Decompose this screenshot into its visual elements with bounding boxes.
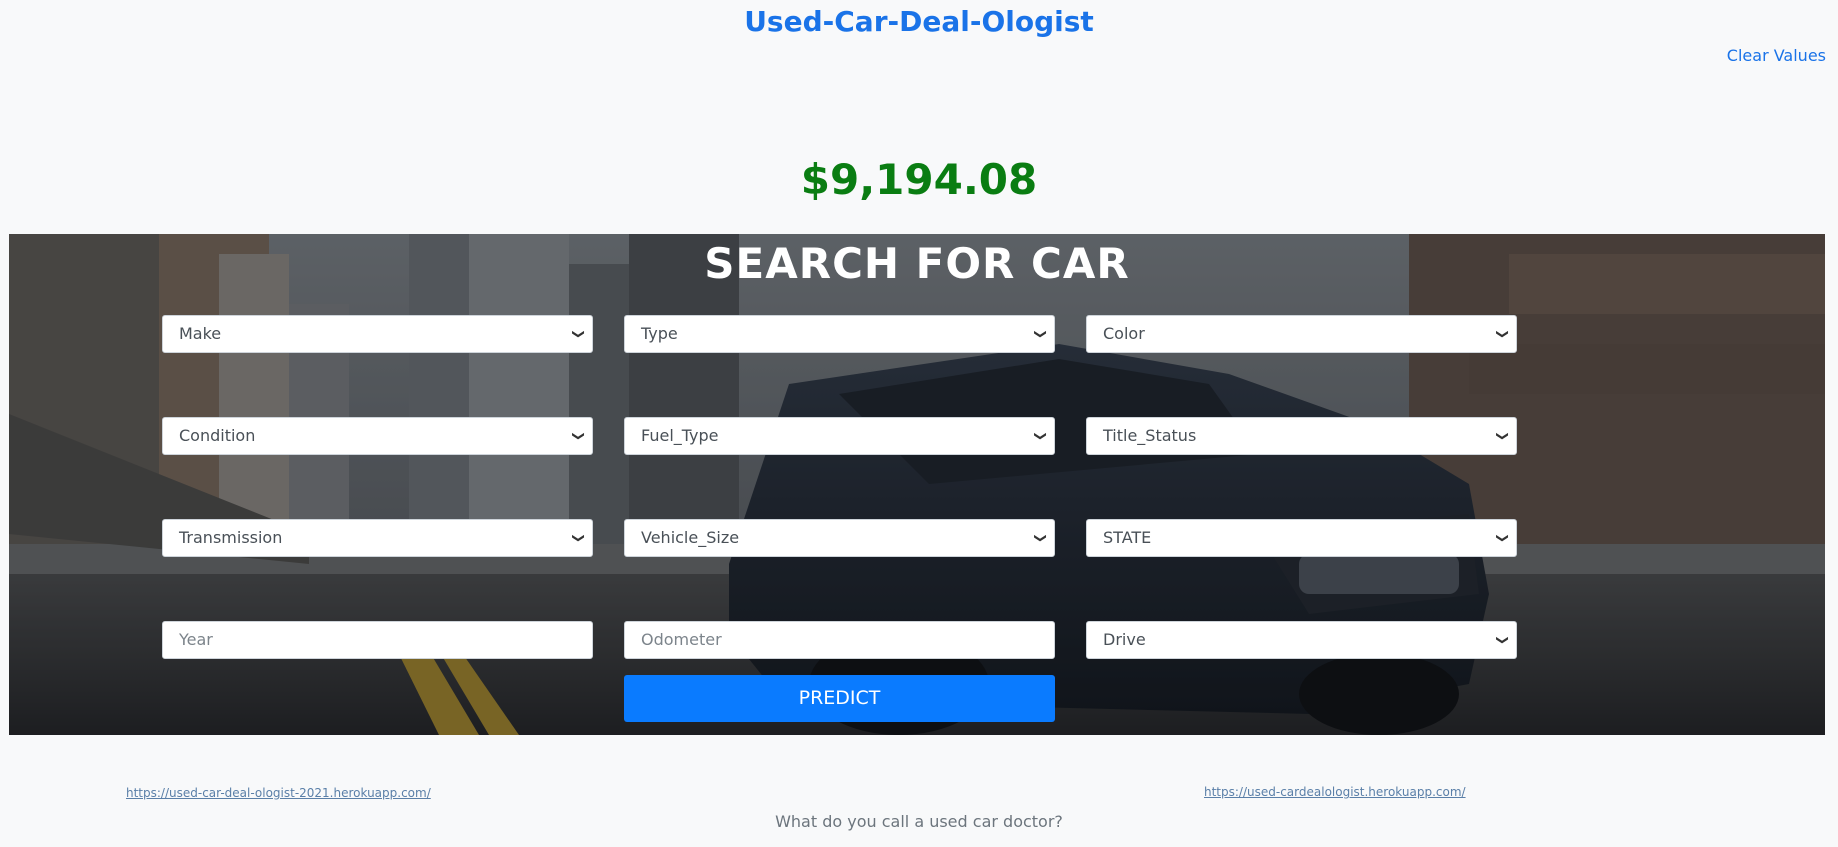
year-input[interactable]: Year xyxy=(162,621,593,659)
predicted-price: $9,194.08 xyxy=(800,155,1038,204)
predict-button[interactable]: PREDICT xyxy=(624,675,1055,722)
site-title: Used-Car-Deal-Ologist xyxy=(744,5,1094,38)
fuel-type-select-label: Fuel_Type xyxy=(641,426,719,445)
color-select-label: Color xyxy=(1103,324,1145,343)
state-select-label: STATE xyxy=(1103,528,1152,547)
year-input-placeholder: Year xyxy=(179,630,213,649)
make-select[interactable]: Make ❯ xyxy=(162,315,593,353)
chevron-down-icon: ❯ xyxy=(1033,532,1048,544)
search-title: SEARCH FOR CAR xyxy=(704,239,1130,288)
vehicle-size-select-label: Vehicle_Size xyxy=(641,528,740,547)
transmission-select-label: Transmission xyxy=(179,528,283,547)
fuel-type-select[interactable]: Fuel_Type ❯ xyxy=(624,417,1055,455)
chevron-down-icon: ❯ xyxy=(571,328,586,340)
make-select-label: Make xyxy=(179,324,222,343)
chevron-down-icon: ❯ xyxy=(1495,634,1510,646)
chevron-down-icon: ❯ xyxy=(571,532,586,544)
drive-select[interactable]: Drive ❯ xyxy=(1086,621,1517,659)
chevron-down-icon: ❯ xyxy=(1033,328,1048,340)
state-select[interactable]: STATE ❯ xyxy=(1086,519,1517,557)
condition-select-label: Condition xyxy=(179,426,256,445)
chevron-down-icon: ❯ xyxy=(571,430,586,442)
type-select[interactable]: Type ❯ xyxy=(624,315,1055,353)
chevron-down-icon: ❯ xyxy=(1495,532,1510,544)
condition-select[interactable]: Condition ❯ xyxy=(162,417,593,455)
color-select[interactable]: Color ❯ xyxy=(1086,315,1517,353)
odometer-input-placeholder: Odometer xyxy=(641,630,722,649)
chevron-down-icon: ❯ xyxy=(1495,328,1510,340)
footer-tagline: What do you call a used car doctor? xyxy=(775,812,1063,831)
footer-link-cardealologist[interactable]: https://used-cardealologist.herokuapp.co… xyxy=(1204,785,1466,799)
chevron-down-icon: ❯ xyxy=(1033,430,1048,442)
chevron-down-icon: ❯ xyxy=(1495,430,1510,442)
type-select-label: Type xyxy=(641,324,678,343)
clear-values-link[interactable]: Clear Values xyxy=(1727,46,1826,65)
vehicle-size-select[interactable]: Vehicle_Size ❯ xyxy=(624,519,1055,557)
title-status-select[interactable]: Title_Status ❯ xyxy=(1086,417,1517,455)
odometer-input[interactable]: Odometer xyxy=(624,621,1055,659)
transmission-select[interactable]: Transmission ❯ xyxy=(162,519,593,557)
page: Used-Car-Deal-Ologist Clear Values $9,19… xyxy=(0,0,1838,847)
title-status-select-label: Title_Status xyxy=(1103,426,1197,445)
search-panel: SEARCH FOR CAR Make ❯ Type ❯ Color ❯ Con… xyxy=(9,234,1825,735)
footer-link-2021[interactable]: https://used-car-deal-ologist-2021.herok… xyxy=(126,786,431,800)
drive-select-label: Drive xyxy=(1103,630,1146,649)
car-background-image xyxy=(9,234,1825,735)
